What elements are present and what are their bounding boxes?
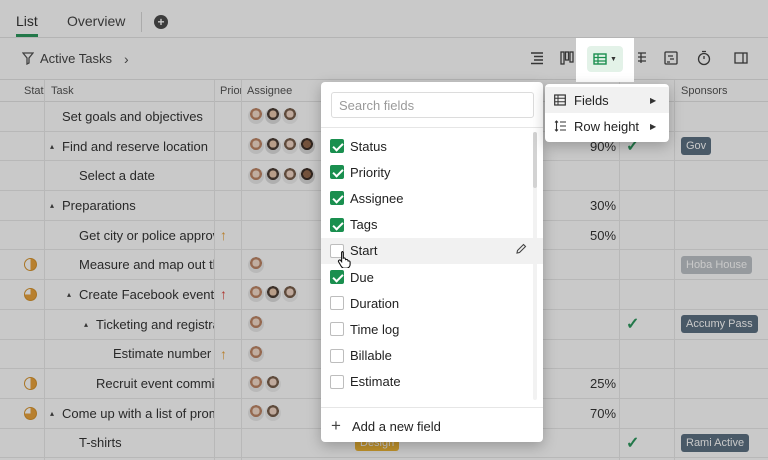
divider <box>321 407 543 408</box>
menu-item-row-height[interactable]: Row height ▶ <box>545 113 669 139</box>
field-label: Assignee <box>350 190 404 206</box>
table-view-button-highlight: ▼ <box>576 38 634 82</box>
field-checkbox[interactable] <box>330 217 344 232</box>
field-label: Estimate <box>350 374 401 390</box>
fields-dropdown: Status Priority Assignee Tags Start Due Durati… <box>321 82 543 442</box>
field-option-estimate[interactable]: Estimate <box>321 369 543 395</box>
field-option-status[interactable]: Status <box>321 133 543 159</box>
search-fields-input[interactable] <box>331 92 534 118</box>
field-checkbox[interactable] <box>330 322 344 337</box>
field-label: Billable <box>350 348 392 364</box>
edit-pencil-icon[interactable] <box>515 243 527 258</box>
hand-cursor-icon <box>337 250 353 273</box>
table-icon <box>554 94 566 106</box>
field-label: Time log <box>350 321 400 337</box>
field-label: Start <box>350 243 378 259</box>
field-option-priority[interactable]: Priority <box>321 159 543 185</box>
field-label: Priority <box>350 164 391 180</box>
field-checkbox[interactable] <box>330 296 344 311</box>
field-option-duration[interactable]: Duration <box>321 290 543 316</box>
menu-item-fields-label: Fields <box>574 92 609 108</box>
chevron-right-icon: ▶ <box>650 121 657 131</box>
field-label: Duration <box>350 295 400 311</box>
menu-item-fields[interactable]: Fields ▶ <box>545 87 669 113</box>
add-new-field-button[interactable]: + Add a new field <box>331 416 441 436</box>
field-checkbox[interactable] <box>330 191 344 206</box>
row-height-icon <box>554 120 566 132</box>
field-label: Tags <box>350 217 378 233</box>
field-option-time-log[interactable]: Time log <box>321 316 543 342</box>
menu-item-row-height-label: Row height <box>574 118 640 134</box>
field-option-billable[interactable]: Billable <box>321 343 543 369</box>
plus-icon: + <box>331 416 341 435</box>
field-checkbox[interactable] <box>330 139 344 153</box>
field-checkbox[interactable] <box>330 165 344 180</box>
add-new-field-label: Add a new field <box>352 418 441 434</box>
caret-down-icon: ▼ <box>610 55 617 63</box>
field-label: Due <box>350 269 374 285</box>
field-label: Status <box>350 138 387 154</box>
field-option-start[interactable]: Start <box>321 237 543 264</box>
table-icon <box>593 53 607 65</box>
table-view-button[interactable]: ▼ <box>587 46 623 72</box>
chevron-right-icon: ▶ <box>650 95 657 105</box>
field-checkbox[interactable] <box>330 348 344 363</box>
field-option-assignee[interactable]: Assignee <box>321 185 543 211</box>
field-option-due[interactable]: Due <box>321 264 543 290</box>
divider <box>321 127 543 128</box>
field-option-tags[interactable]: Tags <box>321 212 543 238</box>
view-settings-menu: Fields ▶ Row height ▶ <box>545 84 669 142</box>
field-checkbox[interactable] <box>330 374 344 389</box>
